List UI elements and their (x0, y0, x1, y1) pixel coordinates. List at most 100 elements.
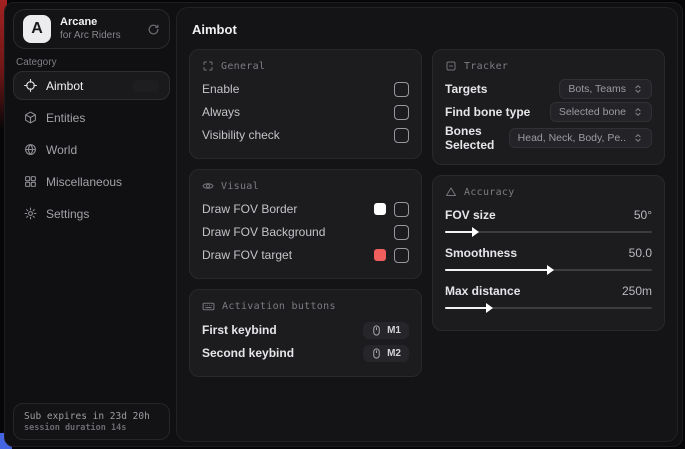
targets-select[interactable]: Bots, Teams (559, 79, 652, 99)
fov-border-checkbox[interactable] (394, 202, 409, 217)
select-value: Bots, Teams (568, 83, 626, 95)
fov-size-value: 50° (634, 208, 652, 222)
session-duration-text: session duration 14s (24, 423, 159, 433)
tracker-card: Tracker Targets Bots, Teams (432, 49, 665, 165)
setting-label: Bones Selected (445, 124, 509, 152)
setting-row: Smoothness 50.0 (445, 242, 652, 264)
setting-label: Targets (445, 82, 487, 96)
page-title: Aimbot (192, 22, 665, 37)
mouse-icon (371, 348, 382, 359)
chevrons-up-down-icon (633, 133, 643, 143)
setting-row: Draw FOV Background (202, 221, 409, 243)
gear-icon (24, 207, 37, 220)
setting-row: Bones Selected Head, Neck, Body, Pe.. (445, 124, 652, 152)
fov-target-checkbox[interactable] (394, 248, 409, 263)
app-logo: A (23, 15, 51, 43)
sidebar-item-label: Miscellaneous (46, 175, 122, 189)
setting-row: Draw FOV target (202, 244, 409, 266)
visibility-check-checkbox[interactable] (394, 128, 409, 143)
setting-row: First keybind M1 (202, 319, 409, 341)
sidebar-item-label: World (46, 143, 77, 157)
sidebar: A Arcane for Arc Riders Category Aimbot (5, 3, 176, 446)
mouse-icon (371, 325, 382, 336)
keybind-value: M2 (387, 348, 401, 359)
card-title: Visual (221, 181, 259, 192)
fov-background-checkbox[interactable] (394, 225, 409, 240)
sidebar-item-aimbot[interactable]: Aimbot (13, 71, 170, 100)
setting-label: Draw FOV target (202, 248, 292, 262)
eye-icon (202, 180, 214, 192)
grid-icon (24, 175, 37, 188)
smoothness-slider[interactable] (445, 269, 652, 271)
scan-icon (202, 60, 214, 72)
card-title: General (221, 61, 265, 72)
sidebar-item-settings[interactable]: Settings (13, 199, 170, 228)
setting-row: Targets Bots, Teams (445, 78, 652, 100)
setting-row: FOV size 50° (445, 204, 652, 226)
setting-label: FOV size (445, 208, 496, 222)
sidebar-item-label: Entities (46, 111, 85, 125)
setting-row: Enable (202, 78, 409, 100)
app-name: Arcane (60, 16, 138, 30)
keybind-button-m2[interactable]: M2 (363, 345, 409, 362)
sidebar-item-label: Settings (46, 207, 89, 221)
setting-label: Always (202, 105, 240, 119)
select-value: Head, Neck, Body, Pe.. (518, 132, 626, 144)
cube-icon (24, 111, 37, 124)
keybind-button-m1[interactable]: M1 (363, 322, 409, 339)
setting-row: Visibility check (202, 124, 409, 146)
sub-expires-text: Sub expires in 23d 20h (24, 411, 159, 422)
category-label: Category (16, 57, 57, 68)
sidebar-item-miscellaneous[interactable]: Miscellaneous (13, 167, 170, 196)
setting-label: Find bone type (445, 105, 530, 119)
keyboard-icon (202, 300, 215, 313)
slider-thumb[interactable] (472, 227, 479, 237)
logo-card: A Arcane for Arc Riders (13, 9, 170, 49)
app-subtitle: for Arc Riders (60, 30, 138, 43)
sidebar-item-label: Aimbot (46, 79, 83, 93)
triangle-icon (445, 186, 457, 198)
refresh-icon[interactable] (147, 23, 160, 36)
main-panel: Aimbot General Enable (176, 7, 678, 442)
max-distance-value: 250m (622, 284, 652, 298)
sidebar-item-entities[interactable]: Entities (13, 103, 170, 132)
max-distance-slider[interactable] (445, 307, 652, 309)
app-window: A Arcane for Arc Riders Category Aimbot (4, 2, 683, 447)
fov-size-slider[interactable] (445, 231, 652, 233)
always-checkbox[interactable] (394, 105, 409, 120)
smoothness-value: 50.0 (629, 246, 652, 260)
select-value: Selected bone (559, 106, 626, 118)
keybind-value: M1 (387, 325, 401, 336)
setting-label: Visibility check (202, 128, 280, 142)
card-title: Tracker (464, 61, 508, 72)
activation-card: Activation buttons First keybind (189, 289, 422, 377)
setting-label: Enable (202, 82, 239, 96)
chevrons-up-down-icon (633, 84, 643, 94)
minus-square-icon (445, 60, 457, 72)
bones-selected-select[interactable]: Head, Neck, Body, Pe.. (509, 128, 652, 148)
setting-label: Second keybind (202, 346, 294, 360)
enable-checkbox[interactable] (394, 82, 409, 97)
setting-label: Smoothness (445, 246, 517, 260)
setting-label: Max distance (445, 284, 520, 298)
color-swatch[interactable] (374, 249, 386, 261)
card-title: Accuracy (464, 187, 515, 198)
card-title: Activation buttons (222, 301, 336, 312)
crosshair-icon (24, 79, 37, 92)
bone-type-select[interactable]: Selected bone (550, 102, 652, 122)
setting-row: Always (202, 101, 409, 123)
visual-card: Visual Draw FOV Border Draw FOV Backgrou… (189, 169, 422, 279)
general-card: General Enable Always Visibility check (189, 49, 422, 159)
globe-icon (24, 143, 37, 156)
color-swatch[interactable] (374, 203, 386, 215)
setting-label: First keybind (202, 323, 277, 337)
sidebar-nav: Aimbot Entities World (13, 71, 170, 228)
subscription-card: Sub expires in 23d 20h session duration … (13, 403, 170, 440)
sidebar-item-world[interactable]: World (13, 135, 170, 164)
setting-row: Find bone type Selected bone (445, 101, 652, 123)
slider-thumb[interactable] (486, 303, 493, 313)
setting-label: Draw FOV Background (202, 225, 325, 239)
slider-thumb[interactable] (547, 265, 554, 275)
setting-label: Draw FOV Border (202, 202, 297, 216)
setting-row: Second keybind M2 (202, 342, 409, 364)
